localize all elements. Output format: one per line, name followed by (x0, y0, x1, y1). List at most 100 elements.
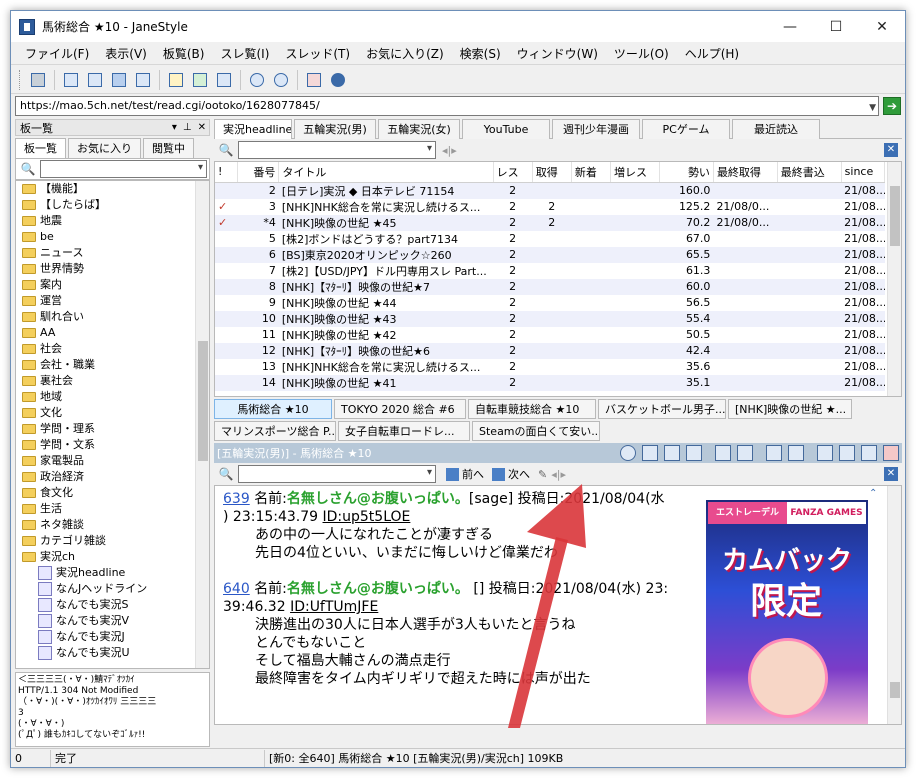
tree-category[interactable]: 生活 (16, 501, 209, 517)
menu-thread[interactable]: スレッド(T) (277, 43, 358, 65)
board-tree-scrollbar[interactable] (195, 181, 209, 668)
tab-browsing[interactable]: 閲覧中 (143, 138, 194, 158)
table-row[interactable]: 14 [NHK]映像の世紀 ★41 2 35.1 21/08... (215, 374, 885, 391)
tab-board[interactable]: 実況headline (214, 119, 292, 139)
tree-category[interactable]: 【したらば】 (16, 197, 209, 213)
tree-category[interactable]: 馴れ合い (16, 309, 209, 325)
layout-3-button[interactable] (108, 69, 130, 91)
title-bar[interactable]: 馬術総合 ★10 - JaneStyle — ☐ ✕ (11, 11, 905, 42)
minimize-button[interactable]: — (767, 11, 813, 42)
tab-thread[interactable]: マリンスポーツ総合 P... (214, 421, 336, 441)
col-new[interactable]: 新着 (571, 162, 611, 183)
menu-help[interactable]: ヘルプ(H) (677, 43, 747, 65)
tree-category[interactable]: 政治経済 (16, 469, 209, 485)
tab-board[interactable]: 最近読込 (732, 119, 820, 139)
board-search-input[interactable] (40, 160, 207, 178)
jump-icon[interactable] (715, 445, 731, 461)
refresh-all-button[interactable] (213, 69, 235, 91)
col-last-post[interactable]: 最終書込 (777, 162, 842, 183)
table-row[interactable]: 10 [NHK]映像の世紀 ★43 2 55.4 21/08... (215, 310, 885, 327)
prev-button[interactable]: 前へ (446, 466, 484, 482)
next-button[interactable]: 次へ (492, 466, 530, 482)
table-row[interactable]: 2 [日テレ]実況 ◆ 日本テレビ 71154 2 160.0 21/08... (215, 182, 885, 199)
tab-thread[interactable]: バスケットボール男子... (598, 399, 726, 419)
tree-category[interactable]: 裏社会 (16, 373, 209, 389)
layout-1-button[interactable] (60, 69, 82, 91)
menu-thread-list[interactable]: スレ覧(I) (212, 43, 277, 65)
post-number[interactable]: 640 (223, 581, 250, 597)
tree-category[interactable]: 案内 (16, 277, 209, 293)
toolbar-grip[interactable] (19, 69, 22, 90)
tree-category[interactable]: ネタ雑談 (16, 517, 209, 533)
tab-favorites[interactable]: お気に入り (68, 138, 141, 158)
scrollbar-thumb[interactable] (890, 186, 900, 246)
tree-category[interactable]: 運営 (16, 293, 209, 309)
star-icon[interactable] (839, 445, 855, 461)
tree-board[interactable]: なんでも実況J (16, 629, 209, 645)
tab-thread[interactable]: TOKYO 2020 総合 #6 (334, 399, 466, 419)
col-number[interactable]: 番号 (237, 162, 280, 183)
tree-category[interactable]: 【機能】 (16, 181, 209, 197)
tree-category[interactable]: 会社・職業 (16, 357, 209, 373)
table-row[interactable]: ✓ *4 [NHK]映像の世紀 ★45 2 2 70.2 21/08/0... 21/08..… (215, 214, 885, 231)
post-id[interactable]: ID:up5t5LOE (323, 509, 411, 525)
tab-thread[interactable]: Steamの面白くて安い... (472, 421, 600, 441)
thread-view-scrollbar[interactable] (887, 486, 901, 724)
tab-board[interactable]: YouTube (462, 119, 550, 139)
clock-icon[interactable] (620, 445, 636, 461)
col-got[interactable]: 取得 (532, 162, 572, 183)
search-icon[interactable]: 🔍 (214, 143, 238, 157)
col-last-got[interactable]: 最終取得 (713, 162, 778, 183)
thread-list-scrollbar[interactable] (887, 162, 901, 396)
tree-category[interactable]: 世界情勢 (16, 261, 209, 277)
tree-category-open[interactable]: 実況ch (16, 549, 209, 565)
scrollbar-thumb[interactable] (198, 341, 208, 461)
tree-category[interactable]: 家電製品 (16, 453, 209, 469)
tree-board[interactable]: なんでも実況S (16, 597, 209, 613)
trash-icon[interactable] (861, 445, 877, 461)
tree-category[interactable]: カテゴリ雑談 (16, 533, 209, 549)
tree-category[interactable]: be (16, 229, 209, 245)
pane-pin-button[interactable]: ⊥ (183, 122, 192, 133)
table-row[interactable]: 5 [株2]ボンドはどうする？part7134 2 67.0 21/08... (215, 231, 885, 247)
menu-view[interactable]: 表示(V) (97, 43, 155, 65)
tree-board[interactable]: なんJヘッドライン (16, 581, 209, 597)
tab-board[interactable]: 五輪実況(男) (294, 119, 376, 139)
layout-4-button[interactable] (132, 69, 154, 91)
stop-icon[interactable] (737, 445, 753, 461)
thread-find-input[interactable] (238, 465, 436, 483)
memo-icon[interactable] (817, 445, 833, 461)
write-button[interactable] (165, 69, 187, 91)
thread-search-input[interactable] (238, 141, 436, 159)
col-increase[interactable]: 増レス (610, 162, 661, 183)
menu-boards[interactable]: 板覧(B) (155, 43, 213, 65)
table-row[interactable]: ✓ 3 [NHK]NHK総合を常に実況し続けるス... 2 2 125.2 21/08/0.… (215, 199, 885, 215)
help-button[interactable] (327, 69, 349, 91)
col-mark[interactable]: ! (215, 162, 239, 183)
table-row[interactable]: 7 [株2]【USD/JPY】ドル円専用スレ Part... 2 61.3 21/08.… (215, 263, 885, 279)
splitter-icon[interactable]: ◂|▸ (442, 144, 457, 157)
find-next-button[interactable] (270, 69, 292, 91)
highlight-icon[interactable]: ✎ (538, 468, 547, 481)
tab-thread[interactable]: 自転車競技総合 ★10 (468, 399, 596, 419)
find-button[interactable] (246, 69, 268, 91)
tree-category[interactable]: 文化 (16, 405, 209, 421)
maximize-button[interactable]: ☐ (813, 11, 859, 42)
post-number[interactable]: 639 (223, 491, 250, 507)
table-row[interactable]: 6 [BS]東京2020オリンピック☆260 2 65.5 21/08... (215, 246, 885, 263)
search-icon[interactable]: 🔍 (16, 162, 40, 176)
search-icon[interactable]: 🔍 (214, 467, 238, 481)
options-button[interactable] (303, 69, 325, 91)
col-title[interactable]: タイトル (278, 162, 494, 183)
url-input[interactable]: https://mao.5ch.net/test/read.cgi/ootoko… (15, 96, 879, 116)
tree-category[interactable]: ニュース (16, 245, 209, 261)
tree-board[interactable]: なんでも実況U (16, 645, 209, 661)
tree-category[interactable]: 学問・理系 (16, 421, 209, 437)
close-button[interactable]: ✕ (859, 11, 905, 42)
post-id[interactable]: ID:UfTUmJFE (290, 599, 378, 615)
tree-category[interactable]: 地震 (16, 213, 209, 229)
tab-board[interactable]: 五輪実況(女) (378, 119, 460, 139)
menu-file[interactable]: ファイル(F) (17, 43, 97, 65)
refresh-button[interactable] (189, 69, 211, 91)
close-icon[interactable]: ✕ (884, 467, 898, 481)
